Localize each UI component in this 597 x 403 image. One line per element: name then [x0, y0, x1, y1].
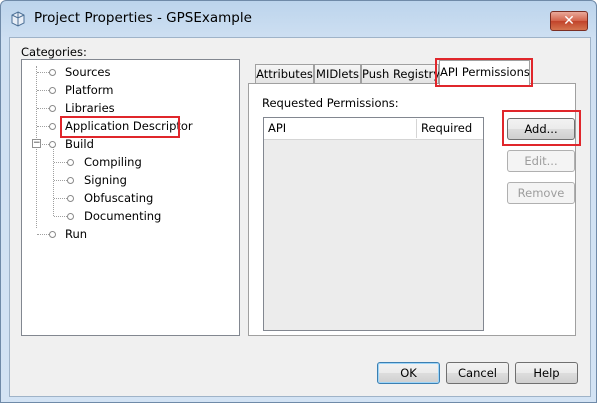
tree-connector [37, 126, 49, 127]
column-divider[interactable] [416, 119, 417, 138]
categories-tree[interactable]: Sources Platform Libraries Application D… [21, 59, 240, 336]
tab-highlight [435, 58, 533, 87]
tree-node-icon [49, 87, 56, 94]
project-icon [11, 11, 25, 27]
category-build[interactable]: Build [65, 136, 94, 152]
tree-node-icon [67, 177, 74, 184]
category-compiling[interactable]: Compiling [84, 154, 142, 170]
permissions-table[interactable]: API Required [263, 117, 484, 331]
remove-button[interactable]: Remove [507, 182, 575, 204]
tree-connector [37, 234, 49, 235]
column-required[interactable]: Required [421, 118, 483, 139]
help-button[interactable]: Help [515, 362, 578, 384]
table-header: API Required [264, 118, 483, 140]
category-signing[interactable]: Signing [84, 172, 127, 188]
dialog-client-area: Categories: Sources Platform Libraries A… [9, 37, 591, 397]
category-documenting[interactable]: Documenting [84, 208, 161, 224]
category-obfuscating[interactable]: Obfuscating [84, 190, 153, 206]
tree-connector [54, 216, 67, 217]
category-platform[interactable]: Platform [65, 82, 114, 98]
tree-node-icon [49, 69, 56, 76]
tree-node-icon [49, 123, 56, 130]
category-run[interactable]: Run [65, 226, 87, 242]
close-icon[interactable]: ✕ [550, 11, 588, 31]
tree-connector [42, 144, 49, 145]
add-highlight [502, 110, 581, 146]
tree-node-icon [49, 105, 56, 112]
tab-push-registry[interactable]: Push Registry [361, 64, 440, 84]
cancel-button[interactable]: Cancel [446, 362, 509, 384]
tree-connector [37, 108, 49, 109]
ok-button[interactable]: OK [377, 362, 440, 384]
tree-connector [54, 198, 67, 199]
selection-highlight [60, 116, 180, 138]
tree-node-icon [67, 213, 74, 220]
title-bar: Project Properties - GPSExample ✕ [1, 1, 596, 35]
project-properties-window: Project Properties - GPSExample ✕ Catego… [0, 0, 597, 403]
requested-permissions-label: Requested Permissions: [262, 96, 399, 110]
tree-node-icon [67, 195, 74, 202]
tree-node-icon [67, 159, 74, 166]
tree-node-icon [49, 231, 56, 238]
tree-node-icon [49, 141, 56, 148]
api-permissions-panel: Requested Permissions: API Required Add.… [248, 83, 581, 336]
tree-connector [37, 90, 49, 91]
tree-connector [37, 72, 49, 73]
category-libraries[interactable]: Libraries [65, 100, 115, 116]
tree-connector [54, 162, 67, 163]
properties-tabs: Attributes MIDlets Push Registry API Per… [255, 58, 575, 87]
edit-button[interactable]: Edit... [507, 150, 575, 172]
tab-midlets[interactable]: MIDlets [314, 64, 361, 84]
window-title: Project Properties - GPSExample [34, 10, 252, 26]
categories-label: Categories: [21, 45, 87, 59]
column-api[interactable]: API [268, 118, 416, 139]
tab-attributes[interactable]: Attributes [255, 64, 314, 84]
category-sources[interactable]: Sources [65, 64, 111, 80]
collapse-icon[interactable]: − [32, 139, 41, 148]
tree-connector [54, 180, 67, 181]
